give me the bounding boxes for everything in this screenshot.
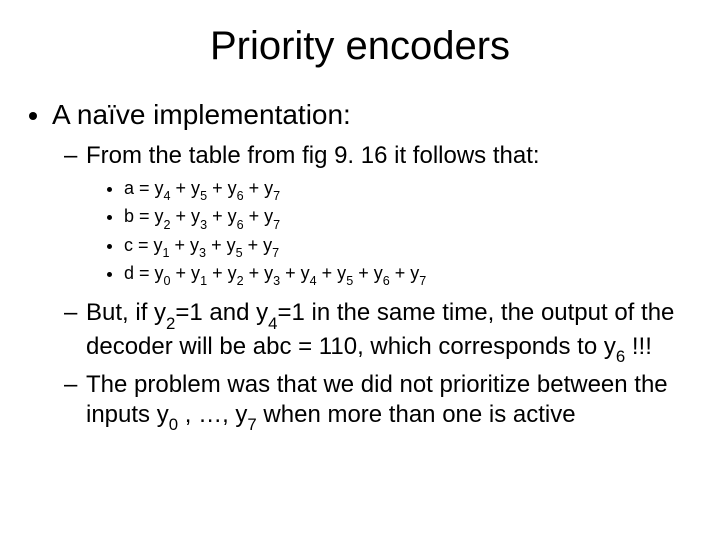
sub-3: 3 [199, 246, 206, 260]
plus: + y [171, 178, 201, 198]
sub-6: 6 [616, 347, 625, 366]
sub-4: 4 [310, 274, 317, 288]
l2-problem: The problem was that we did not prioriti… [86, 370, 696, 434]
plus: + y [171, 206, 201, 226]
sub-3: 3 [273, 274, 280, 288]
plus: + y [244, 206, 274, 226]
prob-2: , …, y [178, 401, 247, 428]
plus: + y [206, 235, 236, 255]
eq-b-pre: b = y [124, 206, 164, 226]
plus: + y [170, 235, 200, 255]
plus: + y [390, 263, 420, 283]
sub-5: 5 [200, 189, 207, 203]
sub-7: 7 [273, 189, 280, 203]
sub-4: 4 [268, 314, 277, 333]
eq-d: d = y0 + y1 + y2 + y3 + y4 + y5 + y6 + y… [124, 262, 696, 288]
sub-2: 2 [166, 314, 175, 333]
plus: + y [171, 263, 201, 283]
sub-7: 7 [247, 415, 256, 434]
sub-5: 5 [236, 246, 243, 260]
eq-b: b = y2 + y3 + y6 + y7 [124, 205, 696, 231]
sub-1: 1 [200, 274, 207, 288]
plus: + y [244, 178, 274, 198]
plus: + y [353, 263, 383, 283]
prob-3: when more than one is active [257, 401, 576, 428]
l2a-text: From the table from fig 9. 16 it follows… [86, 142, 540, 169]
sub-2: 2 [237, 274, 244, 288]
sub-5: 5 [346, 274, 353, 288]
l1-text: A naïve implementation: [52, 99, 351, 130]
sub-7: 7 [419, 274, 426, 288]
bullet-list-level1: A naïve implementation: From the table f… [34, 99, 696, 434]
sub-0: 0 [164, 274, 171, 288]
eq-d-pre: d = y [124, 263, 164, 283]
plus: + y [280, 263, 310, 283]
sub-7: 7 [272, 246, 279, 260]
sub-1: 1 [163, 246, 170, 260]
plus: + y [207, 206, 237, 226]
plus: + y [207, 263, 237, 283]
sub-6: 6 [383, 274, 390, 288]
slide: Priority encoders A naïve implementation… [0, 0, 720, 540]
sub-2: 2 [164, 218, 171, 232]
l2-from-table: From the table from fig 9. 16 it follows… [86, 141, 696, 288]
sub-6: 6 [237, 218, 244, 232]
plus: + y [244, 263, 274, 283]
plus: + y [317, 263, 347, 283]
sub-6: 6 [237, 189, 244, 203]
plus: + y [207, 178, 237, 198]
slide-title: Priority encoders [24, 24, 696, 69]
l1-item: A naïve implementation: From the table f… [52, 99, 696, 434]
eq-c-pre: c = y [124, 235, 163, 255]
equation-list: a = y4 + y5 + y6 + y7 b = y2 + y3 + y6 +… [86, 177, 696, 288]
plus: + y [243, 235, 273, 255]
sub-3: 3 [200, 218, 207, 232]
but-1: But, if y [86, 299, 166, 326]
l2-but: But, if y2=1 and y4=1 in the same time, … [86, 298, 696, 366]
but-4: !!! [625, 333, 652, 360]
bullet-list-level2: From the table from fig 9. 16 it follows… [52, 141, 696, 434]
sub-7: 7 [273, 218, 280, 232]
but-2: =1 and y [175, 299, 268, 326]
eq-a-pre: a = y [124, 178, 164, 198]
eq-c: c = y1 + y3 + y5 + y7 [124, 234, 696, 260]
eq-a: a = y4 + y5 + y6 + y7 [124, 177, 696, 203]
sub-0: 0 [169, 415, 178, 434]
sub-4: 4 [164, 189, 171, 203]
